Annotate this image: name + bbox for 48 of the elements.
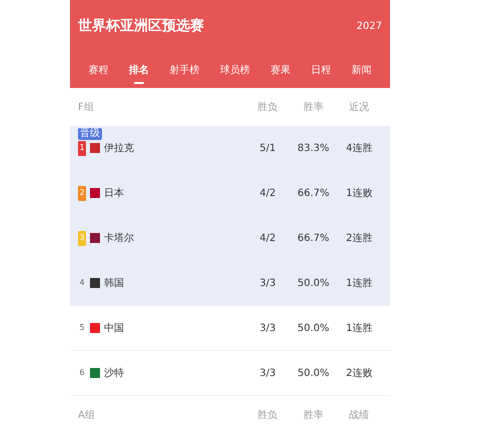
tab[interactable]: 日程 bbox=[311, 63, 332, 84]
table-cell: 50.0% bbox=[298, 368, 330, 378]
column-header: 战绩 bbox=[349, 410, 370, 420]
zone-tag: 晋级 bbox=[78, 128, 102, 140]
team-name: 韩国 bbox=[104, 276, 124, 290]
tab[interactable]: 赛程 bbox=[88, 63, 108, 84]
rank-badge: 1 bbox=[78, 140, 86, 156]
column-header: 胜负 bbox=[258, 410, 278, 420]
table-cell: 4/2 bbox=[260, 232, 276, 244]
team-name: 中国 bbox=[104, 322, 124, 336]
table-cell: 2连胜 bbox=[346, 232, 372, 244]
table-cell: 83.3% bbox=[298, 142, 330, 154]
table-cell: 50.0% bbox=[298, 278, 330, 288]
team-name: 伊拉克 bbox=[104, 142, 134, 156]
tab[interactable]: 排名 bbox=[128, 63, 149, 84]
team-name: 沙特 bbox=[104, 366, 124, 380]
table-cell: 66.7% bbox=[298, 188, 330, 198]
column-header: 胜负 bbox=[258, 102, 278, 112]
table-cell: 5/1 bbox=[260, 142, 276, 154]
table-cell: 3/3 bbox=[260, 368, 276, 378]
tab[interactable]: 赛果 bbox=[270, 63, 291, 84]
table-cell: 66.7% bbox=[298, 232, 330, 244]
group-name: F组 bbox=[78, 102, 94, 112]
tab[interactable]: 射手榜 bbox=[169, 63, 200, 84]
rank-label: 4 bbox=[78, 277, 86, 289]
table-cell: 3/3 bbox=[260, 322, 276, 334]
table-cell: 1连败 bbox=[346, 188, 372, 198]
rank-badge: 2 bbox=[78, 186, 86, 200]
table-cell: 3/3 bbox=[260, 278, 276, 288]
group-name: A组 bbox=[78, 410, 95, 420]
tab[interactable]: 球员榜 bbox=[220, 63, 250, 84]
column-header: 胜率 bbox=[303, 102, 324, 112]
rank-label: 5 bbox=[78, 322, 86, 334]
team-name: 日本 bbox=[104, 186, 124, 200]
team-name: 卡塔尔 bbox=[104, 232, 134, 246]
table-cell: 1连胜 bbox=[346, 322, 372, 334]
table-cell: 50.0% bbox=[298, 322, 330, 334]
table-cell: 2连败 bbox=[346, 368, 372, 378]
column-header: 胜率 bbox=[303, 410, 324, 420]
table-cell: 4/2 bbox=[260, 188, 276, 198]
tab[interactable]: 新闻 bbox=[352, 63, 372, 84]
table-cell: 1连胜 bbox=[346, 278, 372, 288]
column-header: 近况 bbox=[349, 102, 370, 112]
rank-badge: 3 bbox=[78, 230, 86, 246]
table-cell: 4连胜 bbox=[346, 142, 372, 154]
page-title: 世界杯亚洲区预选赛 bbox=[78, 16, 204, 36]
rank-label: 6 bbox=[78, 367, 86, 379]
year-label: 2027 bbox=[356, 20, 382, 34]
